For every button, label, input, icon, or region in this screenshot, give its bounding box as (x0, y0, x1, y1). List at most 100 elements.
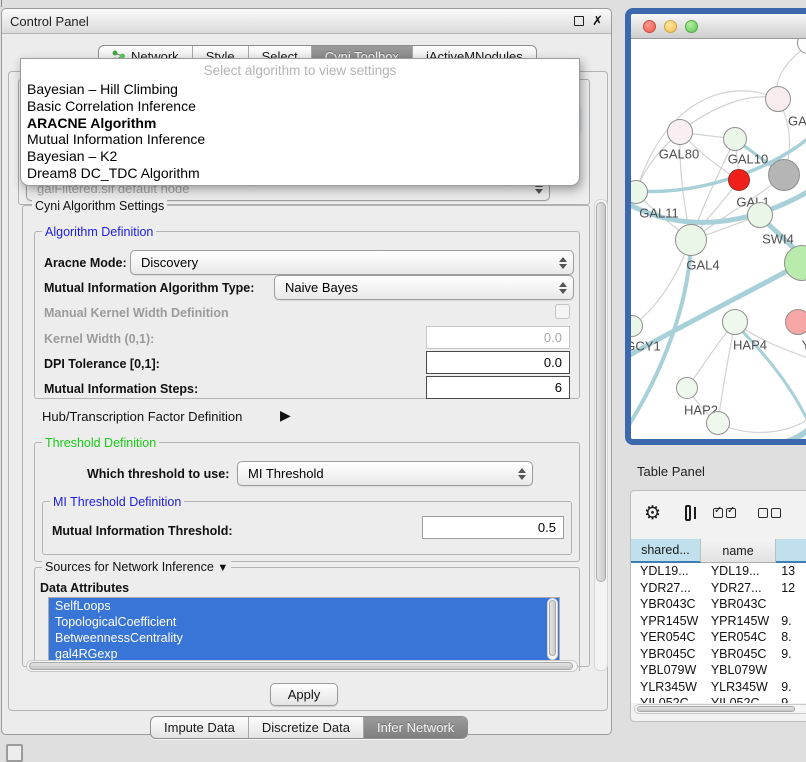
zoom-traffic-icon[interactable] (685, 20, 698, 33)
table-row[interactable]: YLR345WYLR345W9. (631, 679, 806, 696)
table-row[interactable]: YBL079WYBL079W (631, 662, 806, 679)
minimize-traffic-icon[interactable] (664, 20, 677, 33)
table-cell: YBR043C (631, 596, 701, 613)
algorithm-option[interactable]: Dream8 DC_TDC Algorithm (21, 165, 579, 182)
cyni-mode-tabbar: Impute Data Discretize Data Infer Networ… (150, 716, 468, 739)
table-row[interactable]: YER054CYER054C8. (631, 629, 806, 646)
settings-vscrollbar[interactable] (594, 199, 608, 671)
table-row[interactable]: YBR045CYBR045C9. (631, 646, 806, 663)
network-canvas[interactable]: GALGAL80GAL10GAL1GAL11SWI4GAL4GCY1HAP4YH… (631, 39, 806, 440)
mi-steps-field[interactable]: 6 (426, 376, 570, 399)
close-icon[interactable]: ✗ (592, 16, 603, 26)
column-header[interactable]: shared... (631, 539, 701, 563)
data-attribute-item[interactable]: SelfLoops (49, 598, 559, 614)
apply-button[interactable]: Apply (270, 683, 338, 706)
network-node-gal1[interactable] (728, 169, 750, 191)
column-header[interactable] (776, 539, 806, 563)
hub-definition-label[interactable]: Hub/Transcription Factor Definition (42, 409, 242, 424)
table-cell: YDL19... (701, 563, 776, 580)
network-node[interactable] (706, 411, 730, 435)
data-attribute-item[interactable]: gal4RGexp (49, 646, 559, 661)
column-header[interactable]: name (701, 539, 776, 563)
tab-discretize-data-label: Discretize Data (262, 720, 350, 735)
algorithm-option[interactable]: Basic Correlation Inference (21, 98, 579, 115)
attributes-vscrollbar[interactable] (547, 598, 558, 660)
mi-type-value: Naive Bayes (275, 280, 555, 295)
network-node[interactable] (768, 159, 800, 191)
manual-kernel-label: Manual Kernel Width Definition (44, 306, 229, 320)
kernel-width-label: Kernel Width (0,1): (44, 332, 154, 346)
aracne-mode-value: Discovery (131, 255, 555, 270)
node-label: HAP4 (733, 338, 767, 353)
cyni-algorithm-settings-title: Cyni Algorithm Settings (32, 199, 167, 213)
control-panel-title: Control Panel (10, 14, 89, 29)
control-panel-window: Control Panel ✗ Network Style Select Cyn… (1, 8, 612, 735)
data-attributes-list[interactable]: SelfLoopsTopologicalCoefficientBetweenne… (48, 597, 560, 661)
table-cell: 13 (776, 563, 806, 580)
data-attribute-item[interactable]: TopologicalCoefficient (49, 614, 559, 630)
network-window-titlebar[interactable] (631, 14, 806, 39)
manual-kernel-checkbox[interactable] (555, 304, 570, 319)
algorithm-option[interactable]: ARACNE Algorithm (21, 115, 579, 132)
which-threshold-combo[interactable]: MI Threshold (237, 461, 533, 486)
table-row[interactable]: YDR27...YDR27...12 (631, 580, 806, 597)
gear-icon[interactable]: ⚙ (644, 502, 661, 525)
table-row[interactable]: YDL19...YDL19...13 (631, 563, 806, 580)
algorithm-option[interactable]: Mutual Information Inference (21, 131, 579, 148)
mi-threshold-field[interactable]: 0.5 (422, 516, 564, 539)
table-row[interactable]: YIL052CYIL052C9. (631, 695, 806, 703)
sources-title[interactable]: Sources for Network Inference ▼ (42, 560, 231, 574)
tab-discretize-data[interactable]: Discretize Data (249, 717, 364, 738)
table-cell: 12 (776, 580, 806, 597)
collapse-arrow-icon[interactable]: ▼ (217, 562, 228, 574)
node-label: GAL10 (728, 152, 768, 167)
close-traffic-icon[interactable] (643, 20, 656, 33)
network-node-gal80[interactable] (667, 119, 693, 145)
tab-impute-data[interactable]: Impute Data (151, 717, 249, 738)
table-header: shared...name (631, 539, 806, 563)
expand-arrow-icon[interactable]: ▶ (280, 407, 291, 424)
table-cell: YBL079W (631, 662, 701, 679)
mi-type-combo[interactable]: Naive Bayes (274, 275, 574, 300)
algorithm-option[interactable]: Bayesian – Hill Climbing (21, 81, 579, 98)
aracne-mode-combo[interactable]: Discovery (130, 250, 574, 275)
node-label: GCY1 (631, 339, 661, 354)
network-node-y[interactable] (785, 309, 806, 335)
data-attribute-item[interactable]: BetweennessCentrality (49, 630, 559, 646)
tab-impute-data-label: Impute Data (164, 720, 235, 735)
hide-columns-icon[interactable] (758, 508, 781, 518)
table-cell: 9. (776, 695, 806, 703)
network-node-hap4[interactable] (722, 309, 748, 335)
kernel-width-field[interactable]: 0.0 (426, 326, 570, 349)
table-cell: YER054C (631, 629, 701, 646)
show-columns-icon[interactable] (713, 508, 736, 518)
table-panel: ⚙ shared...name YDL19...YDL19...13YDR27.… (630, 490, 806, 722)
network-node-gal4[interactable] (675, 224, 707, 256)
table-cell: 9. (776, 646, 806, 663)
mi-threshold-label: Mutual Information Threshold: (52, 524, 233, 538)
float-window-icon[interactable] (574, 16, 584, 26)
docked-panel-icon[interactable] (6, 744, 23, 762)
dpi-tolerance-field[interactable]: 0.0 (426, 351, 570, 374)
combo-arrows-icon (555, 257, 573, 269)
table-hscrollbar[interactable] (634, 704, 806, 714)
table-cell (776, 596, 806, 613)
table-row[interactable]: YPR145WYPR145W9. (631, 613, 806, 630)
table-cell: YDL19... (631, 563, 701, 580)
table-row[interactable]: YBR043CYBR043C (631, 596, 806, 613)
table-cell: YLR345W (631, 679, 701, 696)
network-node-hap2[interactable] (676, 377, 698, 399)
algorithm-definition-title: Algorithm Definition (42, 225, 156, 239)
attributes-hscrollbar[interactable] (26, 660, 578, 672)
network-view-window[interactable]: GALGAL80GAL10GAL1GAL11SWI4GAL4GCY1HAP4YH… (625, 8, 806, 445)
network-node-swi4[interactable] (747, 202, 773, 228)
table-cell: YLR345W (701, 679, 776, 696)
tab-infer-network[interactable]: Infer Network (364, 717, 467, 738)
network-node-gal10[interactable] (723, 127, 747, 151)
network-node-gal[interactable] (765, 86, 791, 112)
table-cell (776, 662, 806, 679)
control-panel-titlebar[interactable]: Control Panel ✗ (2, 9, 611, 34)
table-cell: YDR27... (701, 580, 776, 597)
algorithm-option[interactable]: Bayesian – K2 (21, 148, 579, 165)
split-columns-icon[interactable] (685, 505, 691, 521)
